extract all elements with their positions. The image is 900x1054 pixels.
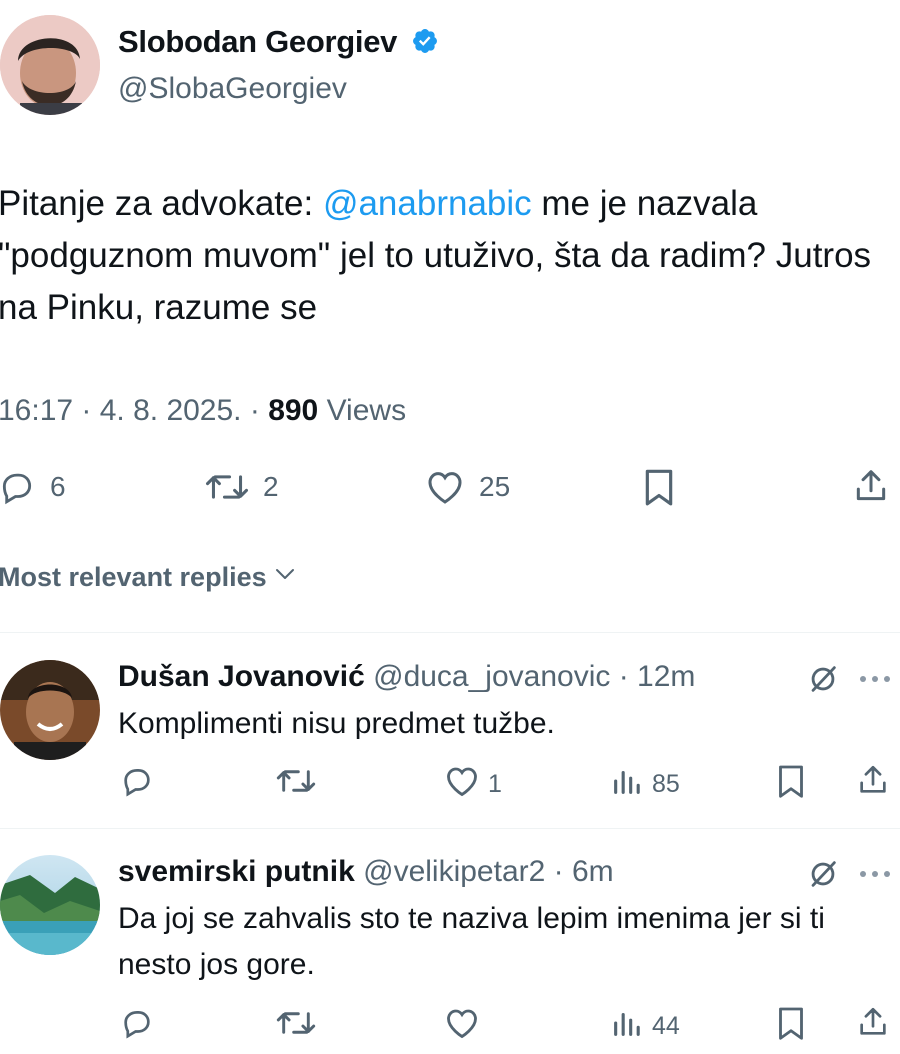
reply-count: 6	[50, 471, 66, 502]
like-icon	[444, 1006, 480, 1047]
separator-dot: ·	[545, 855, 572, 888]
retweet-icon	[276, 1006, 316, 1047]
like-button[interactable]: 25	[425, 468, 510, 506]
reply-views-button[interactable]: 44	[610, 1006, 680, 1047]
reply-author-name[interactable]: svemirski putnik	[118, 855, 355, 888]
reply-icon	[0, 468, 36, 506]
retweet-icon	[205, 468, 249, 506]
more-icon[interactable]	[858, 867, 892, 885]
share-icon	[852, 470, 890, 510]
tweet-text-part: Pitanje za advokate:	[0, 184, 323, 223]
bookmark-icon	[776, 765, 806, 804]
reply-views-button[interactable]: 85	[610, 764, 680, 805]
reply-text: Da joj se zahvalis sto te naziva lepim i…	[118, 902, 825, 981]
reply-bookmark-button[interactable]	[776, 764, 806, 805]
views-label: Views	[318, 394, 407, 427]
grok-icon[interactable]	[806, 662, 840, 701]
verified-badge-icon	[411, 27, 439, 63]
tweet-text: Pitanje za advokate: @anabrnabic me je n…	[0, 178, 898, 334]
tweet-meta: 16:17 · 4. 8. 2025. · 890 Views	[0, 394, 406, 428]
reply-retweet-button[interactable]	[276, 1006, 316, 1047]
author-name[interactable]: Slobodan Georgiev	[118, 24, 439, 63]
like-icon	[444, 764, 480, 805]
reply-view-count: 44	[652, 1012, 680, 1040]
divider	[0, 828, 900, 829]
bookmark-button[interactable]	[642, 468, 676, 513]
separator-dot: ·	[610, 660, 638, 693]
reply-icon	[120, 764, 154, 805]
reply-retweet-button[interactable]	[276, 764, 316, 805]
reply-time[interactable]: 6m	[572, 855, 614, 888]
views-count: 890	[268, 394, 319, 427]
reply-view-count: 85	[652, 770, 680, 798]
retweet-icon	[276, 764, 316, 805]
reply-author-name[interactable]: Dušan Jovanović	[118, 660, 365, 693]
bookmark-icon	[642, 469, 676, 512]
replies-sort-label: Most relevant replies	[0, 562, 267, 592]
share-icon	[856, 765, 890, 802]
author-name-text: Slobodan Georgiev	[118, 24, 398, 59]
reply-text: Komplimenti nisu predmet tužbe.	[118, 707, 555, 740]
author-handle[interactable]: @SlobaGeorgiev	[118, 72, 347, 106]
share-icon	[856, 1007, 890, 1044]
reply-like-button[interactable]: 1	[444, 764, 502, 805]
tweet-time[interactable]: 16:17 · 4. 8. 2025. ·	[0, 394, 268, 427]
views-icon	[610, 1006, 644, 1047]
reply-bookmark-button[interactable]	[776, 1006, 806, 1047]
chevron-down-icon	[273, 562, 297, 593]
reply-reply-button[interactable]	[120, 1006, 154, 1047]
mention-link[interactable]: @anabrnabic	[323, 184, 532, 223]
views-icon	[610, 764, 644, 805]
divider	[0, 632, 900, 633]
grok-icon[interactable]	[806, 857, 840, 896]
reply-reply-button[interactable]	[120, 764, 154, 805]
like-count: 25	[479, 471, 511, 502]
reply-share-button[interactable]	[856, 762, 890, 803]
reply-share-button[interactable]	[856, 1004, 890, 1045]
retweet-count: 2	[263, 471, 279, 502]
author-avatar[interactable]	[0, 15, 100, 115]
replies-sort-dropdown[interactable]: Most relevant replies	[0, 562, 297, 593]
like-icon	[425, 468, 465, 506]
reply-header: Dušan Jovanović @duca_jovanovic · 12m	[118, 660, 695, 694]
reply-like-count: 1	[488, 770, 502, 798]
reply-author-handle[interactable]: @duca_jovanovic	[373, 660, 610, 693]
retweet-button[interactable]: 2	[205, 468, 279, 506]
reply-header: svemirski putnik @velikipetar2 · 6m	[118, 855, 614, 889]
more-icon[interactable]	[858, 672, 892, 690]
bookmark-icon	[776, 1007, 806, 1046]
reply-author-handle[interactable]: @velikipetar2	[363, 855, 545, 888]
reply-like-button[interactable]	[444, 1006, 488, 1047]
reply-time[interactable]: 12m	[637, 660, 695, 693]
reply-avatar[interactable]	[0, 855, 100, 955]
reply-avatar[interactable]	[0, 660, 100, 760]
reply-button[interactable]: 6	[0, 468, 66, 506]
reply-icon	[120, 1006, 154, 1047]
share-button[interactable]	[852, 466, 890, 511]
